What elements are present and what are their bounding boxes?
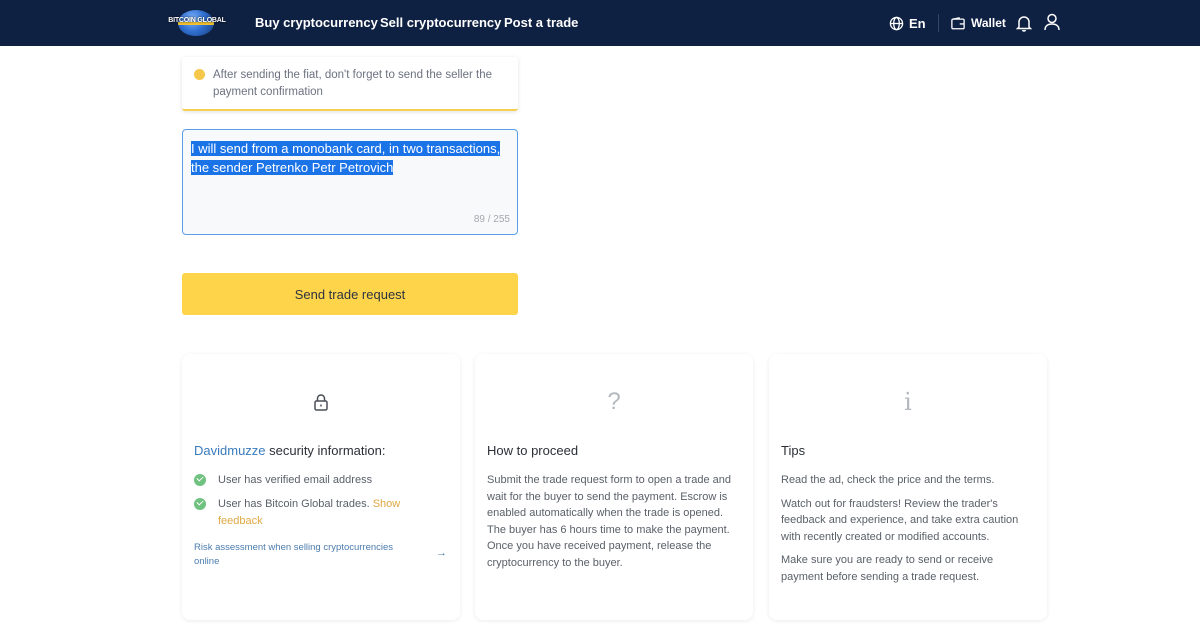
security-card-title: Davidmuzze security information: (194, 443, 385, 458)
send-trade-request-button[interactable]: Send trade request (182, 273, 518, 315)
notice-text: After sending the fiat, don't forget to … (213, 69, 493, 98)
lock-icon (182, 390, 460, 414)
message-text: I will send from a monobank card, in two… (191, 139, 513, 177)
tips-card-body: Read the ad, check the price and the ter… (781, 472, 1037, 592)
proceed-card-title: How to proceed (487, 443, 579, 458)
payment-confirmation-notice: After sending the fiat, don't forget to … (182, 57, 518, 111)
language-label: En (909, 15, 926, 31)
bitcoin-global-logo[interactable]: BITCOIN GLOBAL (168, 8, 226, 38)
tip-3: Make sure you are ready to send or recei… (781, 554, 994, 583)
arrow-right-icon[interactable]: → (436, 547, 447, 559)
tip-2: Watch out for fraudsters! Review the tra… (781, 497, 1019, 543)
trade-message-textarea[interactable]: I will send from a monobank card, in two… (182, 129, 518, 235)
top-navbar: BITCOIN GLOBAL Buy cryptocurrency Sell c… (0, 0, 1200, 46)
trades-text: User has Bitcoin Global trades. (218, 498, 373, 510)
wallet-icon (951, 16, 965, 29)
check-circle-icon (194, 498, 206, 510)
risk-assessment-link[interactable]: Risk assessment when selling cryptocurre… (194, 541, 419, 569)
selected-message-text: I will send from a monobank card, in two… (191, 141, 501, 175)
check-circle-icon (194, 474, 206, 486)
tips-card-title: Tips (781, 443, 806, 458)
security-title-suffix: security information: (265, 443, 386, 458)
nav-buy-cryptocurrency[interactable]: Buy cryptocurrency (255, 15, 378, 30)
verified-email-row: User has verified email address (194, 472, 434, 489)
info-icon: i (904, 388, 912, 416)
globe-icon (889, 16, 904, 30)
tips-card: i Tips Read the ad, check the price and … (769, 354, 1047, 620)
wallet-button[interactable]: Wallet (951, 13, 1006, 33)
nav-post-a-trade[interactable]: Post a trade (504, 15, 578, 30)
how-to-proceed-card: ? How to proceed Submit the trade reques… (475, 354, 753, 620)
wallet-label: Wallet (971, 16, 1006, 30)
username-link[interactable]: Davidmuzze (194, 443, 266, 458)
tip-1: Read the ad, check the price and the ter… (781, 474, 995, 486)
security-info-card: Davidmuzze security information: User ha… (182, 354, 460, 620)
warning-icon (194, 69, 205, 80)
user-icon[interactable] (1044, 13, 1060, 31)
bitcoin-global-trades-row: User has Bitcoin Global trades. Show fee… (194, 496, 434, 529)
language-selector[interactable]: En (889, 13, 926, 33)
nav-sell-cryptocurrency[interactable]: Sell cryptocurrency (380, 15, 501, 30)
character-counter: 89 / 255 (473, 214, 510, 225)
verified-email-text: User has verified email address (218, 474, 373, 486)
bell-icon[interactable] (1016, 14, 1032, 32)
logo-text: BITCOIN GLOBAL (168, 17, 226, 24)
trades-text-wrap: User has Bitcoin Global trades. Show fee… (218, 496, 434, 529)
proceed-card-body: Submit the trade request form to open a … (487, 474, 731, 569)
question-icon: ? (607, 388, 621, 415)
header-divider (938, 14, 939, 32)
